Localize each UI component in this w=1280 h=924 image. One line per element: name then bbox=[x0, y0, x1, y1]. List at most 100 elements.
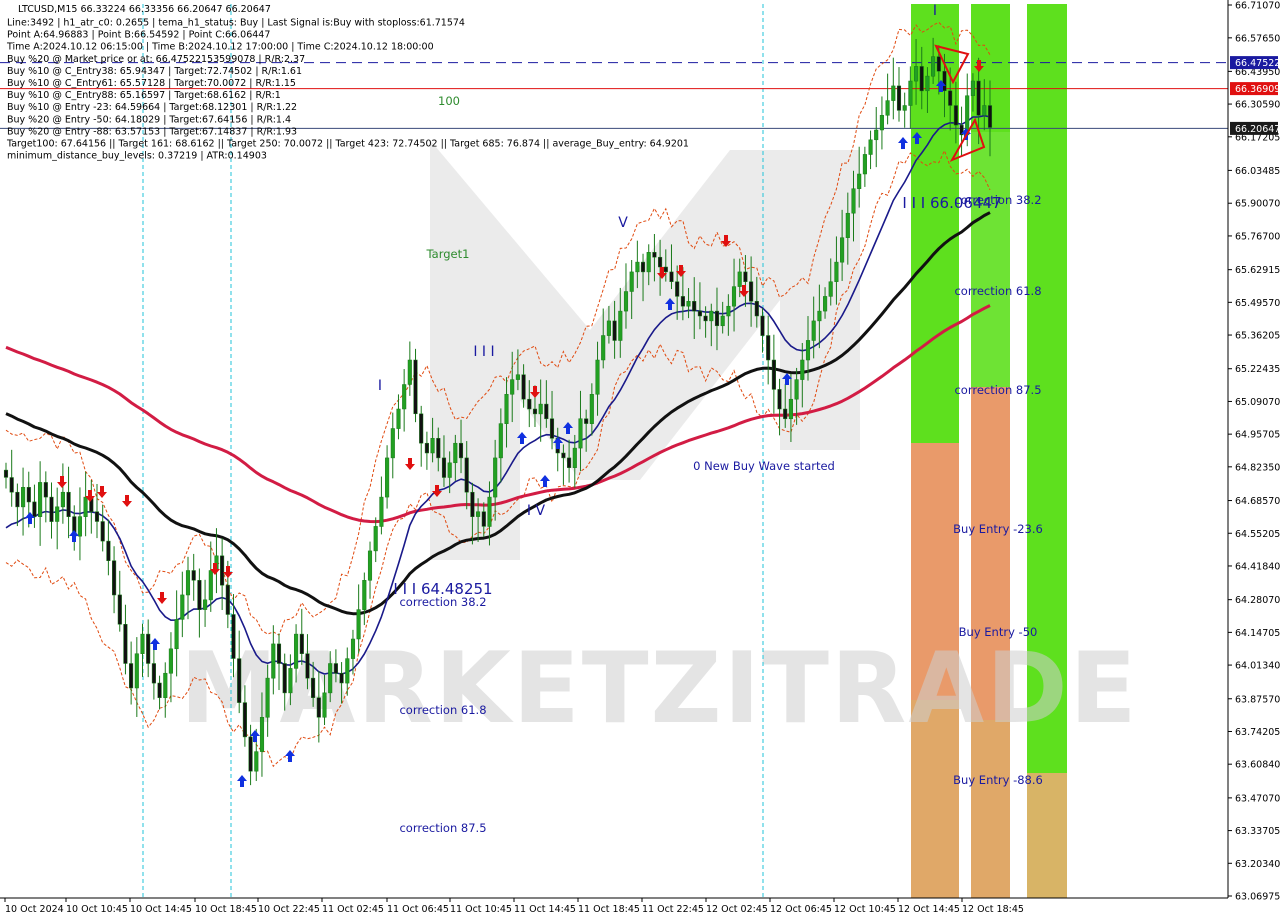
candle-body bbox=[504, 394, 509, 424]
candle-body bbox=[441, 457, 447, 478]
candle-body bbox=[43, 482, 48, 498]
candle-body bbox=[322, 692, 327, 718]
candle-body bbox=[532, 408, 538, 415]
candle-body bbox=[237, 658, 242, 703]
candle-body bbox=[385, 457, 390, 498]
candle-body bbox=[129, 663, 134, 689]
price-label-text: 66.20647 bbox=[1235, 124, 1280, 135]
candle-body bbox=[777, 389, 782, 410]
candle-body bbox=[567, 457, 572, 468]
candle-body bbox=[458, 442, 464, 459]
candle-body bbox=[544, 403, 549, 420]
candle-body bbox=[737, 271, 742, 287]
green-zone bbox=[971, 132, 1010, 387]
price-tick-label: 66.71070 bbox=[1235, 1, 1280, 12]
time-tick-label: 11 Oct 14:45 bbox=[514, 904, 576, 915]
info-line: Buy %10 @ C_Entry38: 65.94347 | Target:7… bbox=[7, 66, 302, 77]
time-tick-label: 11 Oct 22:45 bbox=[642, 904, 704, 915]
time-tick-label: 11 Oct 02:45 bbox=[322, 904, 384, 915]
candle-body bbox=[885, 100, 890, 116]
candle-body bbox=[333, 663, 338, 674]
candle-body bbox=[783, 408, 788, 420]
candle-body bbox=[538, 403, 543, 415]
candle-body bbox=[584, 418, 589, 424]
candle-body bbox=[168, 648, 173, 674]
candle-body bbox=[601, 335, 606, 361]
price-tick-label: 63.06975 bbox=[1235, 892, 1280, 903]
symbol-header: LTCUSD,M15 66.33224 66.33356 66.20647 66… bbox=[18, 4, 271, 15]
candle-body bbox=[663, 266, 668, 273]
candle-body bbox=[982, 105, 987, 116]
candle-body bbox=[299, 633, 304, 654]
price-tick-label: 64.28070 bbox=[1235, 595, 1280, 606]
candle-body bbox=[3, 469, 9, 478]
candle-body bbox=[197, 580, 202, 610]
price-tick-label: 63.60840 bbox=[1235, 760, 1280, 771]
candle-body bbox=[606, 320, 611, 336]
time-tick-label: 11 Oct 18:45 bbox=[578, 904, 640, 915]
candle-body bbox=[857, 173, 862, 189]
candle-body bbox=[675, 281, 680, 297]
candle-body bbox=[692, 301, 697, 312]
candle-body bbox=[191, 570, 196, 581]
candle-body bbox=[436, 438, 441, 459]
candle-body bbox=[891, 85, 896, 101]
info-line: Line:3492 | h1_atr_c0: 0.2655 | tema_h1_… bbox=[7, 18, 465, 29]
candle-body bbox=[811, 320, 816, 341]
candle-body bbox=[788, 398, 793, 420]
candle-body bbox=[578, 418, 583, 449]
candle-body bbox=[987, 105, 993, 128]
candle-body bbox=[32, 501, 37, 517]
time-tick-label: 10 Oct 18:45 bbox=[195, 904, 257, 915]
time-tick-label: 10 Oct 2024 bbox=[5, 904, 64, 915]
candle-body bbox=[697, 310, 702, 317]
time-tick-label: 12 Oct 10:45 bbox=[834, 904, 896, 915]
candle-body bbox=[447, 462, 452, 478]
candle-body bbox=[55, 506, 60, 522]
candle-body bbox=[658, 256, 663, 268]
candle-body bbox=[902, 105, 907, 111]
candle-body bbox=[83, 496, 88, 517]
candle-body bbox=[925, 75, 930, 92]
chart-annotation: V bbox=[618, 215, 628, 231]
price-label-text: 66.36909 bbox=[1235, 84, 1280, 95]
candle-body bbox=[845, 212, 850, 238]
time-tick-label: 10 Oct 22:45 bbox=[258, 904, 320, 915]
chart-annotation: 100 bbox=[438, 94, 460, 108]
price-tick-label: 66.03485 bbox=[1235, 166, 1280, 177]
candle-body bbox=[265, 677, 270, 718]
price-tick-label: 63.87570 bbox=[1235, 694, 1280, 705]
price-tick-label: 65.76700 bbox=[1235, 231, 1280, 242]
candle-body bbox=[94, 511, 100, 522]
candle-body bbox=[953, 105, 958, 126]
candle-body bbox=[970, 80, 975, 96]
candle-body bbox=[379, 496, 384, 527]
candle-body bbox=[208, 570, 213, 601]
candle-body bbox=[203, 599, 208, 610]
candle-body bbox=[823, 296, 828, 312]
candle-body bbox=[390, 428, 395, 459]
candle-body bbox=[623, 291, 629, 312]
info-line: Buy %20 @ Market price or at: 66.4752215… bbox=[7, 54, 305, 65]
zone-layer bbox=[911, 4, 1067, 898]
candle-body bbox=[868, 139, 873, 155]
price-tick-label: 65.49570 bbox=[1235, 298, 1280, 309]
chart-annotation: correction 38.2 bbox=[399, 595, 486, 609]
price-tick-label: 65.36205 bbox=[1235, 331, 1280, 342]
candle-body bbox=[914, 66, 919, 82]
candle-body bbox=[140, 633, 145, 654]
candle-body bbox=[669, 271, 674, 282]
candle-body bbox=[180, 594, 185, 620]
candle-body bbox=[453, 442, 458, 464]
candle-body bbox=[419, 413, 424, 444]
candle-body bbox=[976, 80, 981, 116]
candle-body bbox=[151, 663, 156, 684]
time-tick-label: 12 Oct 02:45 bbox=[706, 904, 768, 915]
candle-body bbox=[134, 653, 139, 689]
candle-body bbox=[919, 66, 924, 92]
chart-svg: MARKETZITRADE 100Target1VI I III VI I I … bbox=[0, 0, 1280, 920]
candle-body bbox=[356, 609, 361, 640]
price-tick-label: 64.01340 bbox=[1235, 661, 1280, 672]
info-line: Buy %10 @ Entry -23: 64.59664 | Target:6… bbox=[7, 102, 297, 113]
candle-body bbox=[731, 286, 737, 307]
